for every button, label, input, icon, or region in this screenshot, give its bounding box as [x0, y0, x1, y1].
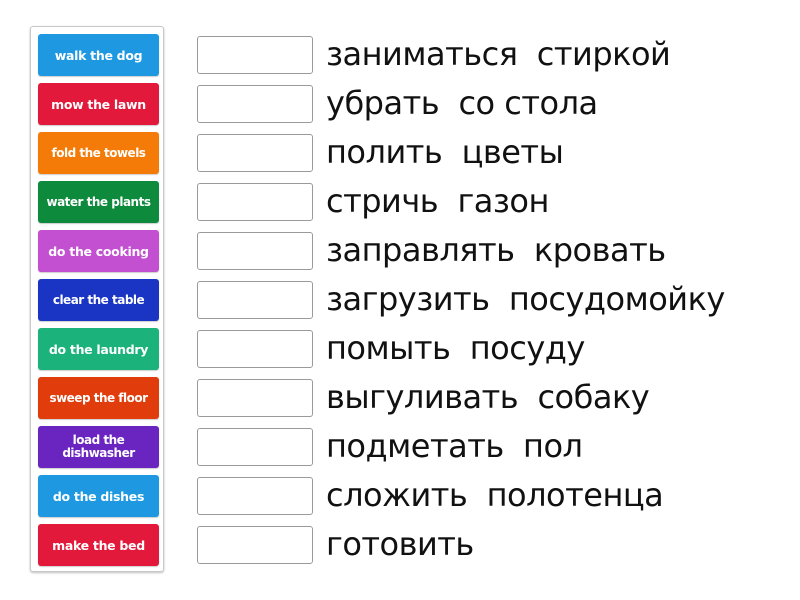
draggable-tile[interactable]: do the cooking [38, 230, 159, 272]
drop-slot[interactable] [197, 134, 313, 172]
drop-slot[interactable] [197, 183, 313, 221]
target-label: выгуливать собаку [326, 378, 650, 416]
drop-slot[interactable] [197, 330, 313, 368]
tile-bank: walk the dog mow the lawn fold the towels w… [30, 26, 164, 572]
draggable-tile[interactable]: mow the lawn [38, 83, 159, 125]
draggable-tile[interactable]: water the plants [38, 181, 159, 223]
drop-slot[interactable] [197, 281, 313, 319]
draggable-tile[interactable]: fold the towels [38, 132, 159, 174]
drop-slot[interactable] [197, 526, 313, 564]
target-label: готовить [326, 525, 474, 563]
draggable-tile[interactable]: load the dishwasher [38, 426, 159, 468]
target-label: помыть посуду [326, 329, 585, 367]
target-label: сложить полотенца [326, 476, 664, 514]
drop-slot[interactable] [197, 428, 313, 466]
target-label: заправлять кровать [326, 231, 666, 269]
drop-slot[interactable] [197, 85, 313, 123]
drop-slot[interactable] [197, 477, 313, 515]
target-label: заниматься стиркой [326, 35, 671, 73]
draggable-tile[interactable]: clear the table [38, 279, 159, 321]
target-label: убрать со стола [326, 84, 598, 122]
drop-slot[interactable] [197, 379, 313, 417]
draggable-tile[interactable]: do the laundry [38, 328, 159, 370]
target-label: полить цветы [326, 133, 564, 171]
draggable-tile[interactable]: sweep the floor [38, 377, 159, 419]
target-label: загрузить посудомойку [326, 280, 725, 318]
draggable-tile[interactable]: do the dishes [38, 475, 159, 517]
target-label: стричь газон [326, 182, 549, 220]
drop-slot[interactable] [197, 232, 313, 270]
target-label: подметать пол [326, 427, 583, 465]
draggable-tile[interactable]: walk the dog [38, 34, 159, 76]
draggable-tile[interactable]: make the bed [38, 524, 159, 566]
drop-slot[interactable] [197, 36, 313, 74]
